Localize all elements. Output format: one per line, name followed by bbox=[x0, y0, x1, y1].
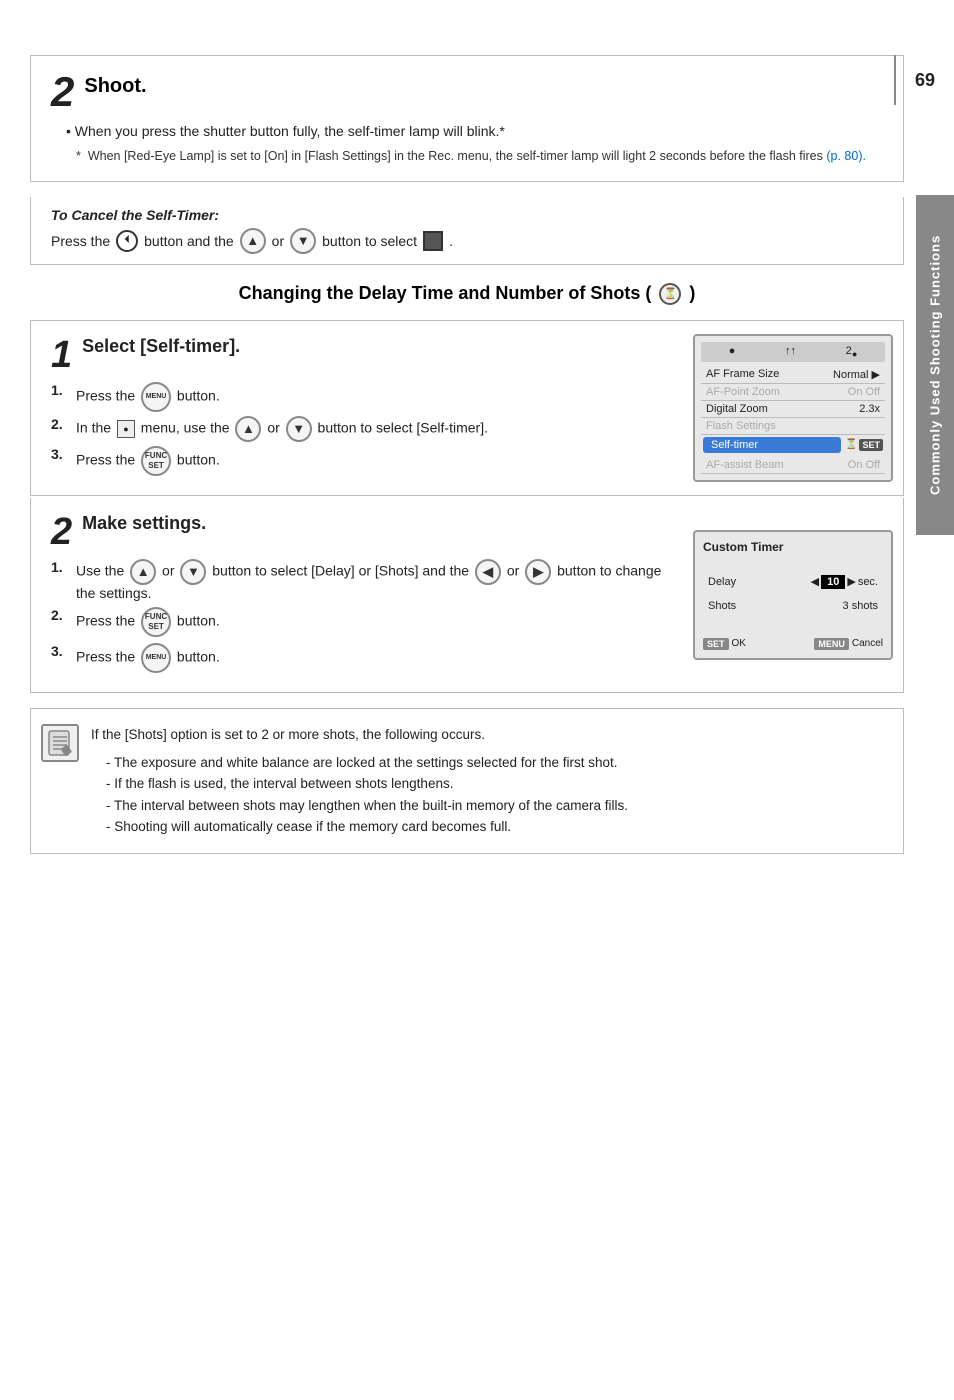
note-section: If the [Shots] option is set to 2 or mor… bbox=[30, 708, 904, 854]
func-set-button-icon: FUNCSET bbox=[141, 446, 171, 476]
shoot-section: 2 Shoot. • When you press the shutter bu… bbox=[30, 55, 904, 182]
shoot-bullet: • When you press the shutter button full… bbox=[66, 121, 883, 142]
menu-button2-icon: MENU bbox=[141, 643, 171, 673]
step2-number: 2 bbox=[51, 513, 72, 551]
left-arrow-icon: ◀ bbox=[475, 559, 501, 585]
page-link[interactable]: (p. 80). bbox=[826, 149, 866, 163]
down-arrow2-icon: ▼ bbox=[180, 559, 206, 585]
shoot-note: * When [Red-Eye Lamp] is set to [On] in … bbox=[76, 147, 883, 166]
changing-section-title: Changing the Delay Time and Number of Sh… bbox=[30, 283, 904, 305]
step1-instruction-1: 1. Press the MENU button. bbox=[51, 382, 663, 412]
page-number: 69 bbox=[894, 55, 954, 105]
step2-instruction-3: 3. Press the MENU button. bbox=[51, 643, 663, 673]
note-intro: If the [Shots] option is set to 2 or mor… bbox=[91, 724, 883, 747]
step2-instruction-2: 2. Press the FUNCSET button. bbox=[51, 607, 663, 637]
step2-row: 2 Make settings. 1. Use the ▲ or ▼ butto… bbox=[30, 498, 904, 693]
step1-row: 1 Select [Self-timer]. 1. Press the MENU… bbox=[30, 320, 904, 496]
cancel-instruction: Press the ⏴ button and the ▲ or ▼ button… bbox=[51, 228, 883, 254]
down-arrow-icon: ▼ bbox=[286, 416, 312, 442]
rec-icon: ● bbox=[117, 420, 135, 438]
down-arrow-button: ▼ bbox=[290, 228, 316, 254]
step-number-2: 2 bbox=[51, 71, 74, 113]
note-item-2: - If the flash is used, the interval bet… bbox=[106, 773, 883, 795]
note-item-1: - The exposure and white balance are loc… bbox=[106, 752, 883, 774]
note-item-4: - Shooting will automatically cease if t… bbox=[106, 816, 883, 838]
cancel-section: To Cancel the Self-Timer: Press the ⏴ bu… bbox=[30, 197, 904, 265]
shoot-title: Shoot. bbox=[84, 71, 146, 98]
step1-camera-screen: ● ↑↑ 2● AF Frame SizeNormal ▶ AF-Point Z… bbox=[683, 321, 903, 495]
self-timer-icon: ⏴ bbox=[116, 230, 138, 252]
step1-left: 1 Select [Self-timer]. 1. Press the MENU… bbox=[31, 321, 683, 495]
note-icon bbox=[41, 724, 79, 762]
stop-icon bbox=[423, 231, 443, 251]
step2-left: 2 Make settings. 1. Use the ▲ or ▼ butto… bbox=[31, 498, 683, 692]
step2-title: Make settings. bbox=[82, 513, 206, 534]
menu-button-icon: MENU bbox=[141, 382, 171, 412]
step1-title: Select [Self-timer]. bbox=[82, 336, 240, 357]
up-arrow-button: ▲ bbox=[240, 228, 266, 254]
note-item-3: - The interval between shots may lengthe… bbox=[106, 795, 883, 817]
up-arrow-icon: ▲ bbox=[235, 416, 261, 442]
step1-number: 1 bbox=[51, 336, 72, 374]
step2-instruction-1: 1. Use the ▲ or ▼ button to select [Dela… bbox=[51, 559, 663, 601]
side-tab: Commonly Used Shooting Functions bbox=[916, 195, 954, 535]
step2-camera-screen: Custom Timer Delay ◀ 10 ▶ sec. Shots 3 s… bbox=[683, 498, 903, 692]
step1-instruction-2: 2. In the ● menu, use the ▲ or ▼ button … bbox=[51, 416, 663, 442]
func-set-button2-icon: FUNCSET bbox=[141, 607, 171, 637]
up-arrow2-icon: ▲ bbox=[130, 559, 156, 585]
right-arrow-icon: ▶ bbox=[525, 559, 551, 585]
cancel-title: To Cancel the Self-Timer: bbox=[51, 207, 883, 223]
custom-timer-icon: ⏳ bbox=[659, 283, 681, 305]
step1-instruction-3: 3. Press the FUNCSET button. bbox=[51, 446, 663, 476]
